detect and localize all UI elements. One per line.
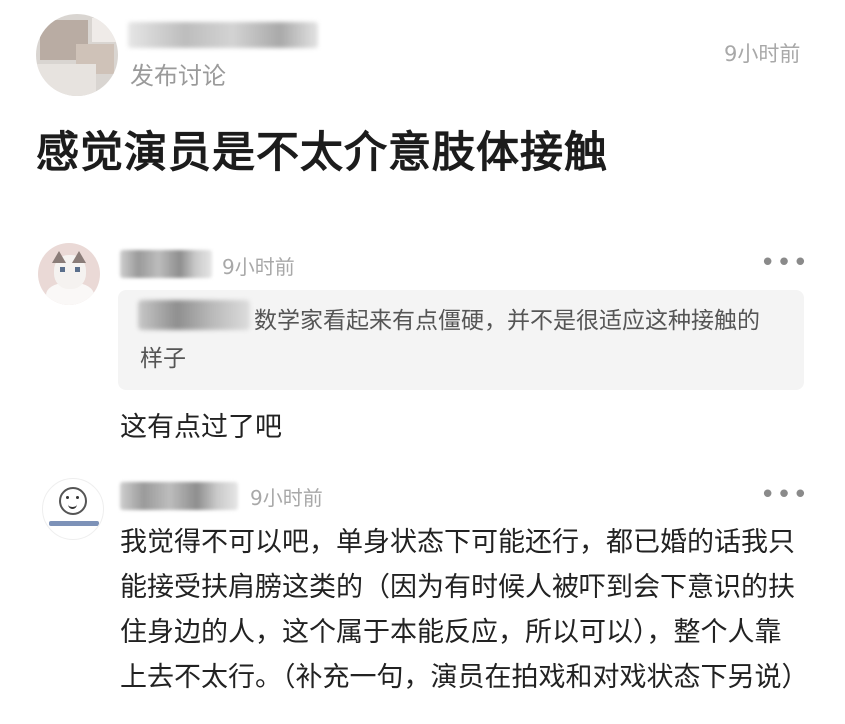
- post-title: 感觉演员是不太介意肢体接触: [36, 128, 608, 178]
- comment-username-blurred[interactable]: [120, 482, 238, 510]
- more-dots-icon[interactable]: •••: [760, 482, 809, 508]
- comment-text: 这有点过了吧: [120, 412, 282, 443]
- post-type-label: 发布讨论: [130, 62, 226, 90]
- quoted-comment-text: 数学家看起来有点僵硬，并不是很适应这种接触的样子: [140, 308, 760, 372]
- post-author-name-blurred[interactable]: [128, 22, 318, 48]
- comment-avatar-cat[interactable]: [38, 243, 100, 305]
- comment-avatar-drawing[interactable]: [42, 478, 104, 540]
- post-timestamp: 9小时前: [724, 42, 801, 66]
- comment-text: 我觉得不可以吧，单身状态下可能还行，都已婚的话我只能接受扶肩膀这类的（因为有时候…: [120, 527, 809, 693]
- comment-timestamp: 9小时前: [222, 255, 295, 279]
- comment-timestamp: 9小时前: [250, 486, 323, 510]
- discussion-page: 发布讨论 9小时前 感觉演员是不太介意肢体接触 9小时前 ••• 数学家看起来有…: [0, 0, 845, 724]
- comment-username-blurred[interactable]: [120, 250, 212, 278]
- more-dots-icon[interactable]: •••: [760, 250, 809, 276]
- post-author-avatar[interactable]: [36, 14, 118, 96]
